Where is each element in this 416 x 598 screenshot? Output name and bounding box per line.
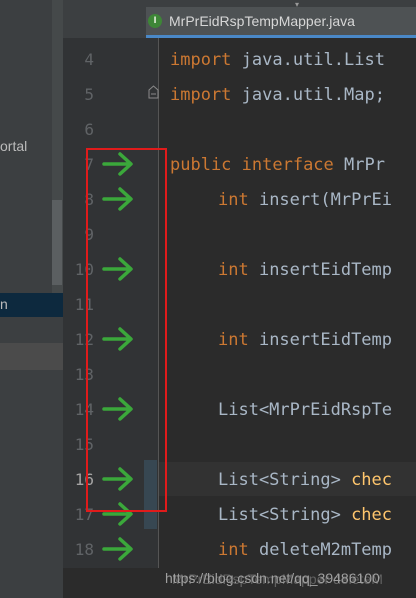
code-text: insert(MrPrEi [248, 190, 393, 210]
watermark-text: https://blog.csdn.net/qq_39486100 [165, 570, 380, 586]
code-line-18[interactable]: int deleteM2mTemp [218, 540, 392, 560]
keyword-int: int [218, 330, 249, 350]
project-panel-scrollbar-thumb[interactable] [52, 200, 62, 285]
tab-overflow-icon: ▾ [295, 0, 300, 9]
code-line-14[interactable]: List<MrPrEidRspTe [218, 400, 392, 420]
line-number[interactable]: 5 [68, 85, 94, 105]
implemented-method-arrow-icon[interactable] [101, 535, 135, 563]
code-line-4[interactable]: import java.util.List [170, 50, 385, 70]
keyword-int: int [218, 190, 249, 210]
project-tree-selected-row[interactable] [0, 293, 63, 317]
keyword-import: import [170, 85, 232, 105]
keyword-public: public [170, 155, 232, 175]
keyword-interface: interface [231, 155, 334, 175]
method-call: chec [340, 470, 393, 490]
keyword-import: import [170, 50, 232, 70]
type-text: List<String> [218, 470, 341, 490]
project-tree-item[interactable]: ortal [0, 138, 27, 154]
code-line-10[interactable]: int insertEidTemp [218, 260, 392, 280]
code-line-5[interactable]: import java.util.Map; [170, 85, 385, 105]
keyword-int: int [218, 260, 249, 280]
code-text: java.util.Map; [231, 85, 385, 105]
editor-tab-label: MrPrEidRspTempMapper.java [169, 13, 355, 29]
type-text: List<String> [218, 505, 341, 525]
method-call: chec [340, 505, 393, 525]
code-line-17[interactable]: List<String> chec [218, 505, 392, 525]
project-tree-selected-label: n [0, 296, 8, 312]
code-line-8[interactable]: int insert(MrPrEi [218, 190, 392, 210]
code-line-16[interactable]: List<String> chec [218, 470, 392, 490]
editor-tab-active[interactable]: I MrPrEidRspTempMapper.java [146, 7, 416, 38]
annotation-highlight-box [86, 148, 167, 512]
code-text: List<MrPrEidRspTe [218, 400, 392, 420]
ide-window: ortal n ▾ I MrPrEidRspTempMapper.java 4 5… [0, 0, 416, 598]
line-number[interactable]: 18 [68, 540, 94, 560]
fold-marker-icon[interactable] [148, 85, 159, 99]
line-number[interactable]: 6 [68, 120, 94, 140]
editor-tab-bar: ▾ I MrPrEidRspTempMapper.java [63, 0, 416, 38]
code-text: deleteM2mTemp [248, 540, 393, 560]
code-text: java.util.List [231, 50, 385, 70]
code-text: MrPr [333, 155, 385, 175]
keyword-int: int [218, 540, 249, 560]
project-panel-bottom [0, 568, 63, 598]
project-tree-hover-row[interactable] [0, 343, 63, 370]
code-line-12[interactable]: int insertEidTemp [218, 330, 392, 350]
code-line-7[interactable]: public interface MrPr [170, 155, 385, 175]
code-text: insertEidTemp [248, 330, 393, 350]
code-text: insertEidTemp [248, 260, 393, 280]
interface-file-icon: I [148, 14, 162, 28]
line-number[interactable]: 4 [68, 50, 94, 70]
